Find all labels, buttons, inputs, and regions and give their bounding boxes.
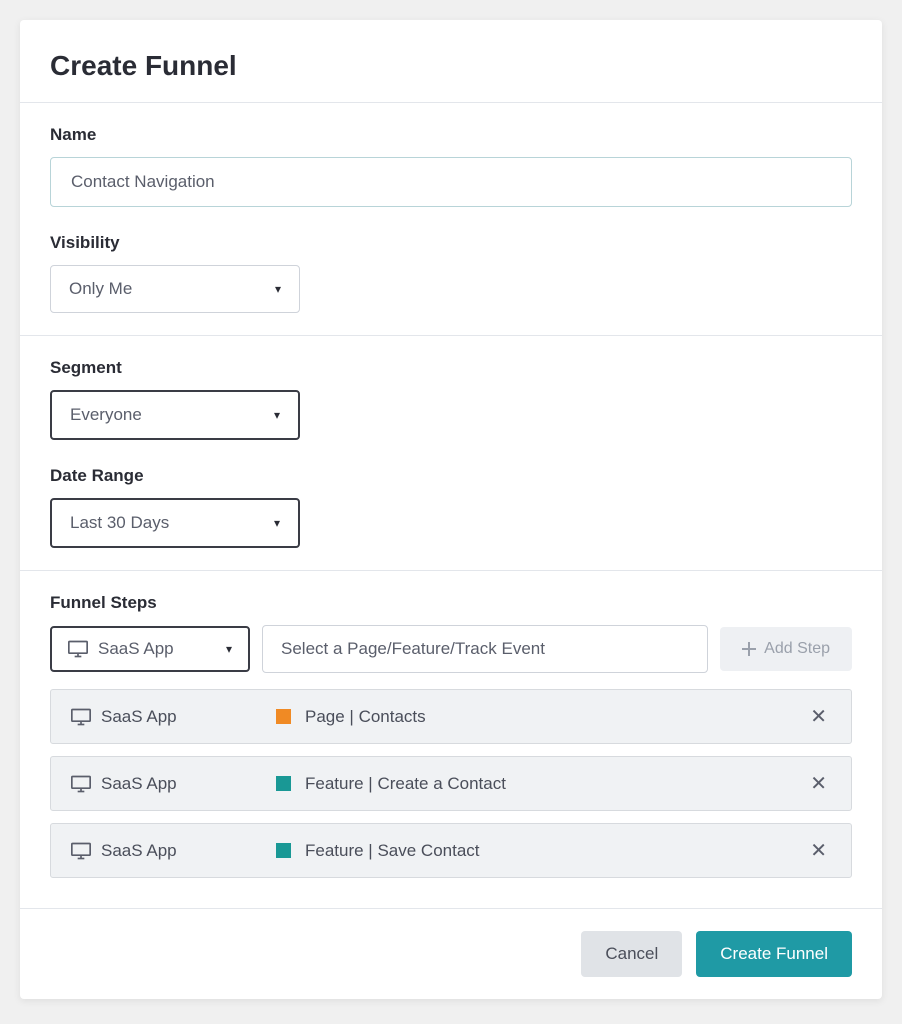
name-input[interactable] <box>50 157 852 207</box>
name-label: Name <box>50 125 852 145</box>
visibility-value: Only Me <box>69 279 132 299</box>
monitor-icon <box>71 842 91 860</box>
create-funnel-button[interactable]: Create Funnel <box>696 931 852 977</box>
modal-header: Create Funnel <box>20 20 882 102</box>
daterange-label: Date Range <box>50 466 852 486</box>
field-segment: Segment Everyone ▾ <box>50 358 852 440</box>
segment-label: Segment <box>50 358 852 378</box>
monitor-icon <box>71 708 91 726</box>
event-select-placeholder: Select a Page/Feature/Track Event <box>281 639 545 658</box>
steps-label: Funnel Steps <box>50 593 852 613</box>
chevron-down-icon: ▾ <box>226 642 232 656</box>
step-detail: Feature | Create a Contact <box>276 774 806 794</box>
step-item: SaaS App Feature | Create a Contact ✕ <box>50 756 852 811</box>
monitor-icon <box>68 640 88 658</box>
field-name: Name <box>50 125 852 207</box>
remove-step-button[interactable]: ✕ <box>806 838 831 863</box>
event-select[interactable]: Select a Page/Feature/Track Event <box>262 625 708 673</box>
remove-step-button[interactable]: ✕ <box>806 704 831 729</box>
color-swatch <box>276 709 291 724</box>
step-app-label: SaaS App <box>101 707 177 727</box>
daterange-value: Last 30 Days <box>70 513 169 533</box>
color-swatch <box>276 776 291 791</box>
segment-value: Everyone <box>70 405 142 425</box>
step-detail: Feature | Save Contact <box>276 841 806 861</box>
step-app: SaaS App <box>71 841 276 861</box>
add-step-label: Add Step <box>764 640 830 658</box>
plus-icon <box>742 642 756 656</box>
remove-step-button[interactable]: ✕ <box>806 771 831 796</box>
step-item: SaaS App Page | Contacts ✕ <box>50 689 852 744</box>
field-daterange: Date Range Last 30 Days ▾ <box>50 466 852 548</box>
color-swatch <box>276 843 291 858</box>
step-app: SaaS App <box>71 707 276 727</box>
chevron-down-icon: ▾ <box>274 516 280 530</box>
app-select[interactable]: SaaS App ▾ <box>50 626 250 672</box>
step-detail-text: Page | Contacts <box>305 707 426 727</box>
chevron-down-icon: ▾ <box>274 408 280 422</box>
daterange-select[interactable]: Last 30 Days ▾ <box>50 498 300 548</box>
add-step-button[interactable]: Add Step <box>720 627 852 671</box>
step-app-label: SaaS App <box>101 841 177 861</box>
steps-list: SaaS App Page | Contacts ✕ SaaS App Feat… <box>50 689 852 878</box>
step-detail: Page | Contacts <box>276 707 806 727</box>
segment-select[interactable]: Everyone ▾ <box>50 390 300 440</box>
step-app-label: SaaS App <box>101 774 177 794</box>
create-funnel-modal: Create Funnel Name Visibility Only Me ▾ … <box>20 20 882 999</box>
modal-footer: Cancel Create Funnel <box>20 909 882 999</box>
visibility-select[interactable]: Only Me ▾ <box>50 265 300 313</box>
cancel-button[interactable]: Cancel <box>581 931 682 977</box>
section-filters: Segment Everyone ▾ Date Range Last 30 Da… <box>20 336 882 570</box>
step-item: SaaS App Feature | Save Contact ✕ <box>50 823 852 878</box>
chevron-down-icon: ▾ <box>275 282 281 296</box>
modal-title: Create Funnel <box>50 50 852 82</box>
step-builder-row: SaaS App ▾ Select a Page/Feature/Track E… <box>50 625 852 673</box>
visibility-label: Visibility <box>50 233 852 253</box>
app-select-value: SaaS App <box>98 639 174 659</box>
section-basic: Name Visibility Only Me ▾ <box>20 103 882 335</box>
step-detail-text: Feature | Create a Contact <box>305 774 506 794</box>
step-app: SaaS App <box>71 774 276 794</box>
section-steps: Funnel Steps SaaS App ▾ Select a Page/Fe… <box>20 571 882 908</box>
step-detail-text: Feature | Save Contact <box>305 841 480 861</box>
field-visibility: Visibility Only Me ▾ <box>50 233 852 313</box>
monitor-icon <box>71 775 91 793</box>
